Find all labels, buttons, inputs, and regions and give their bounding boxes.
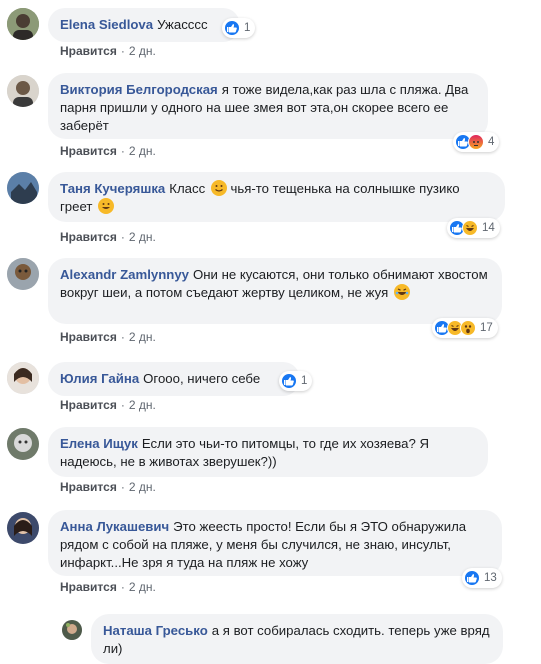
comment-meta: Нравится · 2 дн.	[60, 230, 156, 244]
comment-author[interactable]: Elena Siedlova	[60, 17, 153, 32]
comment-author[interactable]: Alexandr Zamlynnyy	[60, 267, 189, 282]
comment-bubble: Alexandr Zamlynnyy Они не кусаются, они т…	[48, 258, 502, 324]
comment-meta: Нравится · 2 дн.	[60, 44, 156, 58]
comment-meta: Нравится · 2 дн.	[60, 398, 156, 412]
reactions-summary[interactable]: 1	[279, 371, 313, 391]
like-icon	[464, 570, 480, 586]
laughing-emoji-icon	[393, 284, 410, 300]
avatar[interactable]	[7, 512, 39, 544]
timestamp[interactable]: 2 дн.	[129, 144, 156, 158]
comment-meta: Нравится · 2 дн.	[60, 580, 156, 594]
like-button[interactable]: Нравится	[60, 44, 117, 58]
comment-author[interactable]: Анна Лукашевич	[60, 519, 169, 534]
comment-bubble: Таня Кучеряшка Класс чья-то тещенька на с…	[48, 172, 505, 222]
timestamp[interactable]: 2 дн.	[129, 580, 156, 594]
avatar[interactable]	[62, 620, 82, 640]
comment-text: Огооо, ничего себе	[143, 371, 261, 386]
like-icon	[224, 20, 240, 36]
reaction-count: 17	[480, 322, 493, 334]
haha-icon	[462, 220, 478, 236]
timestamp[interactable]: 2 дн.	[129, 330, 156, 344]
wow-icon	[460, 320, 476, 336]
comment-meta: Нравится · 2 дн.	[60, 480, 156, 494]
like-button[interactable]: Нравится	[60, 480, 117, 494]
comment-bubble: Виктория Белгородская я тоже видела,как р…	[48, 73, 488, 139]
avatar[interactable]	[7, 362, 39, 394]
comment-bubble: Елена Ищук Если это чьи-то питомцы, то гд…	[48, 427, 488, 477]
comment-text: Класс	[169, 181, 206, 196]
timestamp[interactable]: 2 дн.	[129, 230, 156, 244]
like-button[interactable]: Нравится	[60, 330, 117, 344]
avatar[interactable]	[7, 8, 39, 40]
comment-meta: Нравится · 2 дн.	[60, 330, 156, 344]
timestamp[interactable]: 2 дн.	[129, 398, 156, 412]
reactions-summary[interactable]: 4	[453, 132, 500, 152]
reactions-summary[interactable]: 17	[432, 318, 498, 338]
comment-bubble: Elena Siedlova Ужасссс	[48, 8, 240, 42]
angry-icon	[468, 134, 484, 150]
smile-emoji-icon	[210, 180, 227, 196]
timestamp[interactable]: 2 дн.	[129, 44, 156, 58]
reaction-count: 4	[488, 136, 495, 148]
comment-text: Ужасссс	[157, 17, 208, 32]
like-button[interactable]: Нравится	[60, 580, 117, 594]
comment-bubble: Наташа Гресько а я вот собиралась сходить…	[91, 614, 503, 664]
comment-author[interactable]: Елена Ищук	[60, 436, 138, 451]
avatar[interactable]	[7, 172, 39, 204]
avatar[interactable]	[7, 428, 39, 460]
reactions-summary[interactable]: 13	[462, 568, 502, 588]
comment-author[interactable]: Виктория Белгородская	[60, 82, 218, 97]
reaction-count: 1	[301, 375, 308, 387]
reactions-summary[interactable]: 14	[447, 218, 500, 238]
like-button[interactable]: Нравится	[60, 230, 117, 244]
like-icon	[281, 373, 297, 389]
comment-bubble: Юлия Гайна Огооо, ничего себе	[48, 362, 300, 396]
reaction-count: 14	[482, 222, 495, 234]
comment-meta: Нравится · 2 дн.	[60, 144, 156, 158]
reaction-count: 13	[484, 572, 497, 584]
avatar[interactable]	[7, 258, 39, 290]
timestamp[interactable]: 2 дн.	[129, 480, 156, 494]
comment-author[interactable]: Таня Кучеряшка	[60, 181, 165, 196]
like-button[interactable]: Нравится	[60, 144, 117, 158]
like-button[interactable]: Нравится	[60, 398, 117, 412]
comment-author[interactable]: Юлия Гайна	[60, 371, 139, 386]
reaction-count: 1	[244, 22, 251, 34]
avatar[interactable]	[7, 75, 39, 107]
comment-bubble: Анна Лукашевич Это жеесть просто! Если бы…	[48, 510, 502, 576]
grin-emoji-icon	[98, 198, 115, 214]
reactions-summary[interactable]: 1	[222, 18, 256, 38]
comment-author[interactable]: Наташа Гресько	[103, 623, 208, 638]
